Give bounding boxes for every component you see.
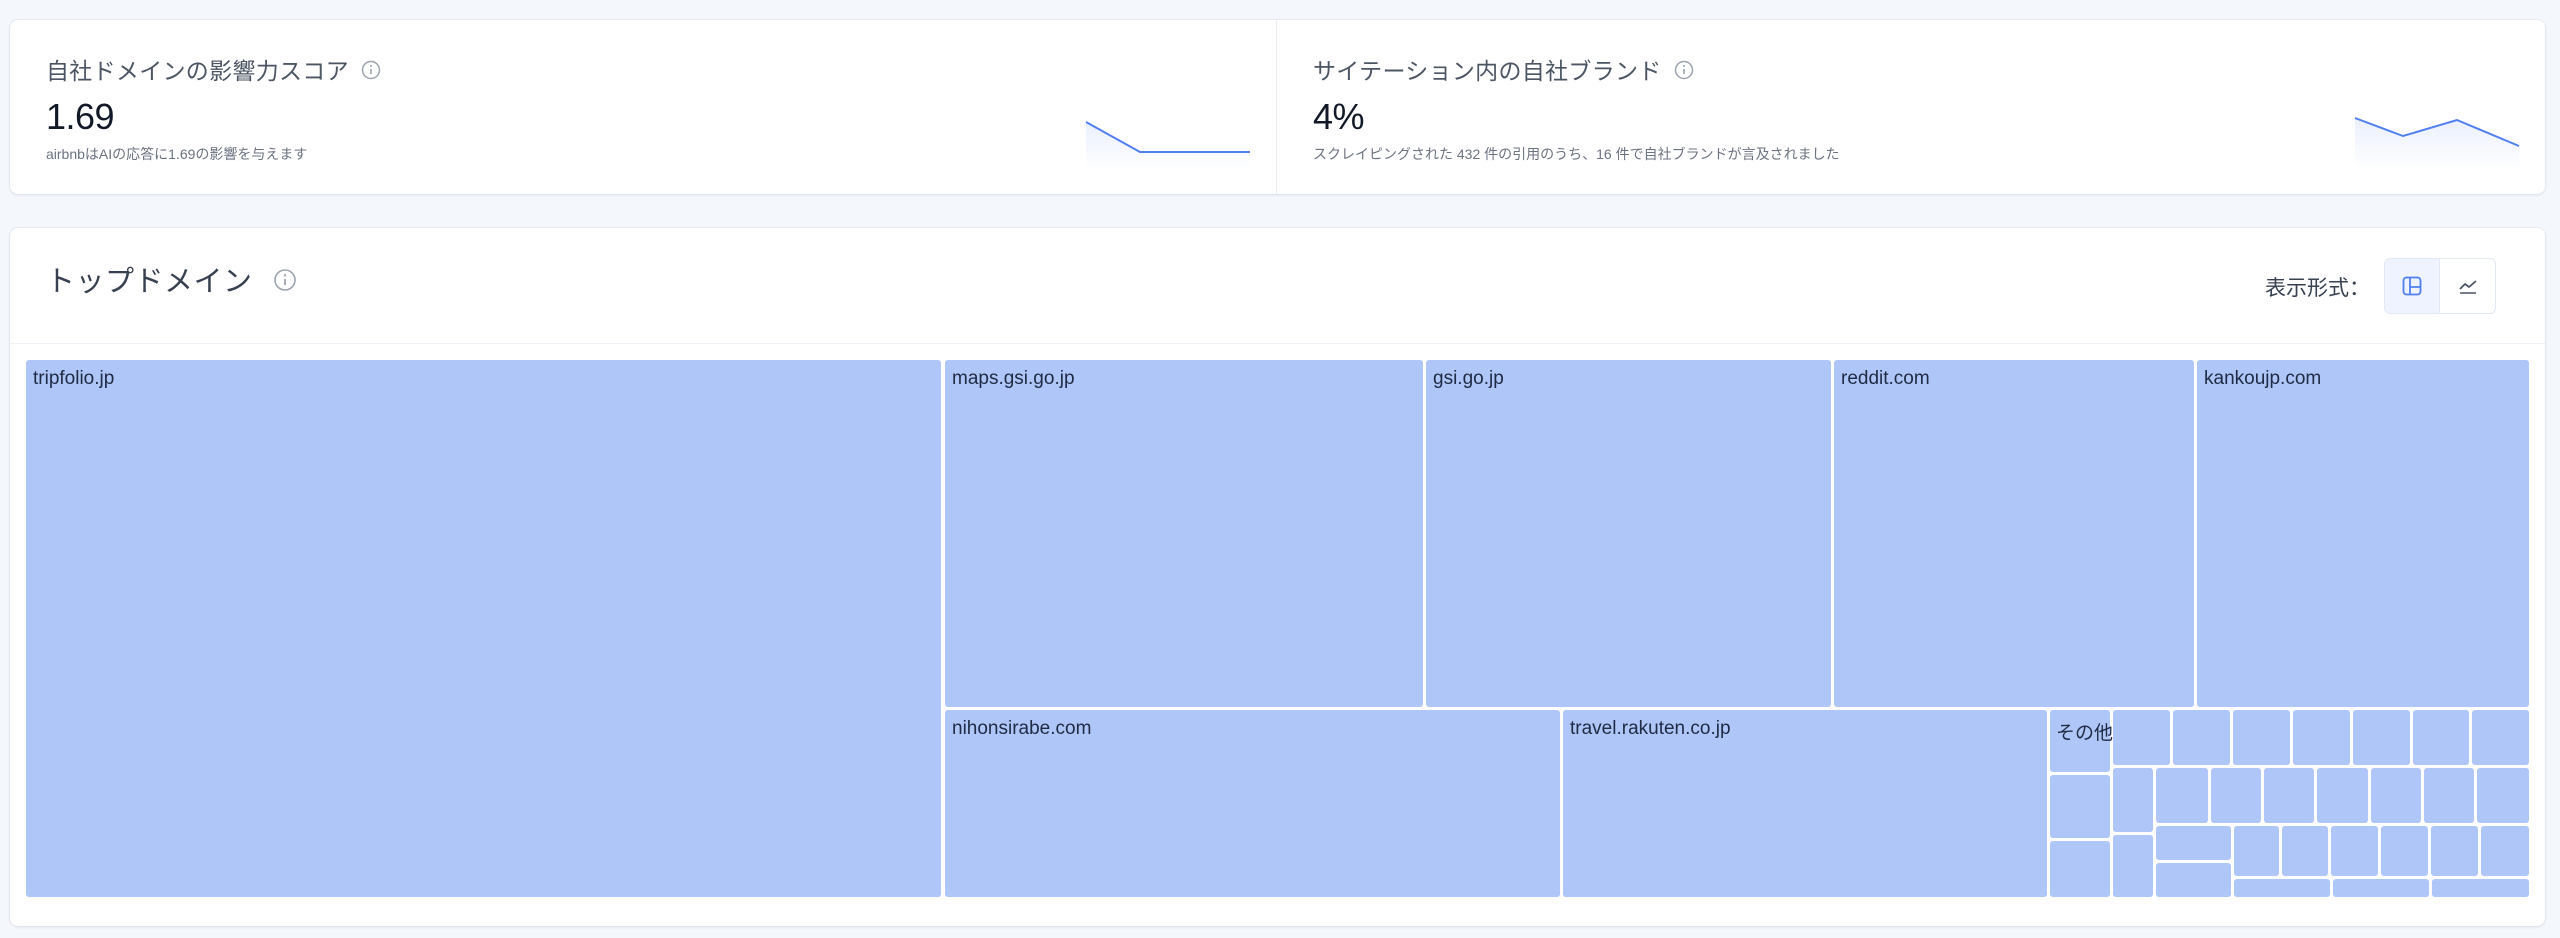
treemap-tile-small[interactable] bbox=[2113, 835, 2153, 897]
treemap-tile-small[interactable] bbox=[2234, 826, 2279, 876]
top-domains-title: トップドメイン bbox=[46, 258, 297, 300]
treemap-tile-small[interactable] bbox=[2113, 710, 2170, 765]
treemap-tile-small[interactable] bbox=[2472, 710, 2529, 765]
treemap-tile-small[interactable] bbox=[2431, 826, 2478, 876]
treemap-tile-small[interactable] bbox=[2477, 768, 2529, 823]
treemap-tile-small[interactable] bbox=[2050, 841, 2110, 897]
tile-label: reddit.com bbox=[1841, 368, 1930, 389]
treemap-tile-small[interactable] bbox=[2156, 826, 2231, 860]
influence-sparkline bbox=[1085, 121, 1250, 170]
info-icon[interactable] bbox=[361, 59, 381, 80]
stat-value: 4% bbox=[1313, 96, 1365, 137]
treemap-tile-small[interactable] bbox=[2173, 710, 2230, 765]
treemap-tile-small[interactable] bbox=[2331, 826, 2378, 876]
kpi-card: 自社ドメインの影響力スコア 1.69 airbnbはAIの応答に1.69の影響を… bbox=[10, 20, 2545, 194]
tile-label: その他 bbox=[2056, 723, 2114, 744]
stat-description: スクレイピングされた 432 件の引用のうち、16 件で自社ブランドが言及されま… bbox=[1313, 146, 1840, 162]
treemap-tile-gsi[interactable]: gsi.go.jp bbox=[1426, 360, 1831, 707]
tile-label: nihonsirabe.com bbox=[952, 718, 1092, 739]
treemap-tile-tripfolio[interactable]: tripfolio.jp bbox=[26, 360, 941, 897]
treemap-icon bbox=[2402, 276, 2422, 296]
treemap-tile-nihonsirabe[interactable]: nihonsirabe.com bbox=[945, 710, 1560, 897]
tile-label: travel.rakuten.co.jp bbox=[1570, 718, 1731, 739]
treemap-tile-small[interactable] bbox=[2413, 710, 2469, 765]
treemap-tile-reddit[interactable]: reddit.com bbox=[1834, 360, 2194, 707]
treemap-tile-small[interactable] bbox=[2233, 710, 2290, 765]
treemap-tile-small[interactable] bbox=[2156, 768, 2208, 823]
brand-sparkline bbox=[2354, 117, 2520, 170]
treemap-tile-small[interactable] bbox=[2381, 826, 2428, 876]
tile-label: tripfolio.jp bbox=[33, 368, 115, 389]
treemap-tile-small[interactable] bbox=[2113, 768, 2153, 832]
tile-label: maps.gsi.go.jp bbox=[952, 368, 1075, 389]
treemap-tile-maps-gsi[interactable]: maps.gsi.go.jp bbox=[945, 360, 1423, 707]
domain-treemap: tripfolio.jp maps.gsi.go.jp gsi.go.jp re… bbox=[26, 360, 2529, 897]
treemap-tile-small[interactable] bbox=[2371, 768, 2421, 823]
stat-value: 1.69 bbox=[46, 96, 115, 137]
treemap-tile-others[interactable]: その他 bbox=[2050, 710, 2114, 772]
treemap-tile-small[interactable] bbox=[2353, 710, 2410, 765]
line-chart-icon bbox=[2458, 280, 2477, 294]
view-mode-label: 表示形式： bbox=[2265, 277, 2370, 300]
treemap-tile-small[interactable] bbox=[2333, 879, 2429, 897]
tile-label: kankoujp.com bbox=[2204, 368, 2322, 389]
treemap-view-button[interactable] bbox=[2385, 259, 2441, 313]
treemap-tile-small[interactable] bbox=[2234, 879, 2330, 897]
brand-citation-stat: サイテーション内の自社ブランド 4% スクレイピングされた 432 件の引用のう… bbox=[1276, 20, 2545, 194]
domain-influence-stat: 自社ドメインの影響力スコア 1.69 airbnbはAIの応答に1.69の影響を… bbox=[10, 20, 1276, 194]
treemap-tile-small[interactable] bbox=[2424, 768, 2474, 823]
stat-title: 自社ドメインの影響力スコア bbox=[46, 52, 381, 86]
treemap-tile-kankoujp[interactable]: kankoujp.com bbox=[2197, 360, 2529, 707]
treemap-tile-small[interactable] bbox=[2156, 863, 2231, 897]
treemap-tile-small[interactable] bbox=[2317, 768, 2368, 823]
treemap-tile-small[interactable] bbox=[2050, 775, 2110, 838]
top-domains-card: トップドメイン 表示形式： tripfolio.jp maps.gsi.go.j… bbox=[10, 228, 2545, 926]
treemap-tile-small[interactable] bbox=[2432, 879, 2529, 897]
tile-label: gsi.go.jp bbox=[1433, 368, 1504, 389]
line-chart-view-button[interactable] bbox=[2440, 259, 2495, 313]
view-mode-toggle bbox=[2384, 258, 2496, 314]
treemap-tile-small[interactable] bbox=[2211, 768, 2261, 823]
info-icon[interactable] bbox=[273, 267, 297, 291]
treemap-tile-travel-rakuten[interactable]: travel.rakuten.co.jp bbox=[1563, 710, 2047, 897]
stat-description: airbnbはAIの応答に1.69の影響を与えます bbox=[46, 146, 308, 162]
stat-title: サイテーション内の自社ブランド bbox=[1313, 52, 1694, 86]
treemap-tile-small[interactable] bbox=[2282, 826, 2328, 876]
top-domains-header: トップドメイン 表示形式： bbox=[10, 228, 2545, 344]
info-icon[interactable] bbox=[1674, 59, 1694, 80]
treemap-tile-small[interactable] bbox=[2264, 768, 2314, 823]
treemap-tile-small[interactable] bbox=[2293, 710, 2350, 765]
treemap-tile-small[interactable] bbox=[2481, 826, 2529, 876]
